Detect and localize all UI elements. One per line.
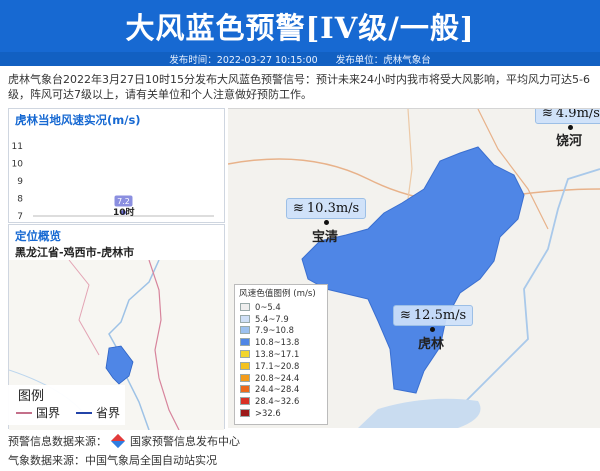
legend-label: 17.1~20.8 (255, 360, 300, 371)
wind-legend-item: 24.4~28.4 (235, 384, 327, 396)
wind-speed-panel: 虎林当地风速实况(m/s) 7 8 9 10 11 7.2 10时 (8, 108, 225, 223)
legend-item-provincial-border: 省界 (96, 406, 121, 420)
wind-label-baoqing: ≋ 10.3m/s (286, 198, 367, 219)
x-tick-label: 10时 (113, 208, 135, 218)
alert-description: 虎林气象台2022年3月27日10时15分发布大风蓝色预警信号：预计未来24小时… (8, 73, 590, 101)
wind-panel-title: 虎林当地风速实况(m/s) (15, 113, 141, 127)
alert-title: 大风蓝色预警[IV级/一般] (125, 11, 475, 45)
legend-swatch (240, 397, 250, 406)
y-tick-label: 11 (12, 142, 23, 152)
wind-icon: ≋ (542, 108, 553, 121)
overview-legend-title: 图例 (18, 389, 45, 404)
wind-legend-item: >32.6 (235, 407, 327, 419)
y-tick-label: 10 (12, 160, 24, 170)
station-dot-hulin (430, 327, 435, 332)
lake (358, 398, 481, 428)
overview-legend: 图例 国界 省界 (8, 385, 125, 425)
alert-header: 大风蓝色预警[IV级/一般] (0, 0, 600, 52)
legend-label: >32.6 (255, 408, 281, 419)
legend-swatch (240, 373, 250, 382)
wind-legend-item: 13.8~17.1 (235, 348, 327, 360)
city-label-raohe: 饶河 (556, 134, 583, 149)
wind-icon: ≋ (400, 308, 411, 323)
alert-source-value: 国家预警信息发布中心 (130, 435, 240, 448)
source-line-alert: 预警信息数据来源： 国家预警信息发布中心 (8, 433, 240, 449)
legend-label: 5.4~7.9 (255, 313, 289, 324)
legend-swatch (240, 326, 250, 335)
wind-label-hulin: ≋ 12.5m/s (393, 305, 474, 326)
national-border (68, 260, 100, 356)
wind-map[interactable]: 风速色值图例 (m/s) 0~5.4 5.4~7.9 7.9~10.8 10.8~13… (228, 108, 600, 428)
legend-label: 28.4~32.6 (255, 396, 300, 407)
wind-value-baoqing: 10.3m/s (306, 201, 360, 216)
location-panel-title: 定位概览 (15, 229, 61, 243)
source-line-weather: 气象数据来源：中国气象局全国自动站实况 (8, 452, 217, 468)
legend-label: 24.4~28.4 (255, 384, 300, 395)
alert-source-label: 预警信息数据来源： (8, 435, 107, 448)
national-border-swatch (16, 411, 32, 414)
wind-legend-item: 17.1~20.8 (235, 360, 327, 372)
station-dot-baoqing (324, 220, 329, 225)
city-label-hulin: 虎林 (418, 337, 445, 352)
wind-legend-item: 0~5.4 (235, 301, 327, 313)
publisher: 发布单位：虎林气象台 (335, 55, 431, 66)
hulin-region (105, 345, 134, 385)
wind-value-raohe: 4.9m/s (555, 108, 600, 121)
national-border (148, 260, 180, 430)
legend-label: 20.8~24.4 (255, 372, 300, 383)
legend-label: 0~5.4 (255, 301, 281, 312)
legend-swatch (240, 409, 250, 418)
legend-label: 10.8~13.8 (255, 337, 300, 348)
legend-label: 13.8~17.1 (255, 349, 300, 360)
weather-source-value: 中国气象局全国自动站实况 (85, 454, 217, 467)
publish-time: 发布时间：2022-03-27 10:15:00 (169, 55, 318, 66)
wind-legend-title: 风速色值图例 (m/s) (239, 289, 316, 299)
legend-swatch (240, 361, 250, 370)
alert-meta-bar: 发布时间：2022-03-27 10:15:00 发布单位：虎林气象台 (0, 52, 600, 66)
legend-swatch (240, 314, 250, 323)
wind-value-hulin: 12.5m/s (413, 308, 467, 323)
legend-label: 7.9~10.8 (255, 325, 294, 336)
wind-legend-item: 28.4~32.6 (235, 395, 327, 407)
wind-color-legend: 风速色值图例 (m/s) 0~5.4 5.4~7.9 7.9~10.8 10.8~13… (234, 284, 328, 425)
legend-swatch (240, 385, 250, 394)
provincial-border-swatch (76, 411, 93, 414)
wind-legend-item: 20.8~24.4 (235, 372, 327, 384)
source-logo-icon (110, 433, 125, 449)
legend-item-national-border: 国界 (36, 406, 61, 420)
legend-swatch (240, 338, 250, 347)
y-tick-label: 9 (17, 177, 23, 187)
wind-legend-item: 10.8~13.8 (235, 336, 327, 348)
wind-icon: ≋ (293, 201, 304, 216)
hulin-warning-region (301, 146, 525, 394)
wind-label-raohe: ≋ 4.9m/s (535, 108, 600, 124)
city-label-baoqing: 宝清 (312, 230, 339, 245)
legend-swatch (240, 302, 250, 311)
weather-source-label: 气象数据来源： (8, 454, 85, 467)
wind-legend-item: 5.4~7.9 (235, 313, 327, 325)
wind-legend-item: 7.9~10.8 (235, 325, 327, 337)
location-path: 黑龙江省-鸡西市-虎林市 (15, 246, 135, 259)
y-tick-label: 8 (17, 195, 23, 205)
legend-swatch (240, 350, 250, 359)
